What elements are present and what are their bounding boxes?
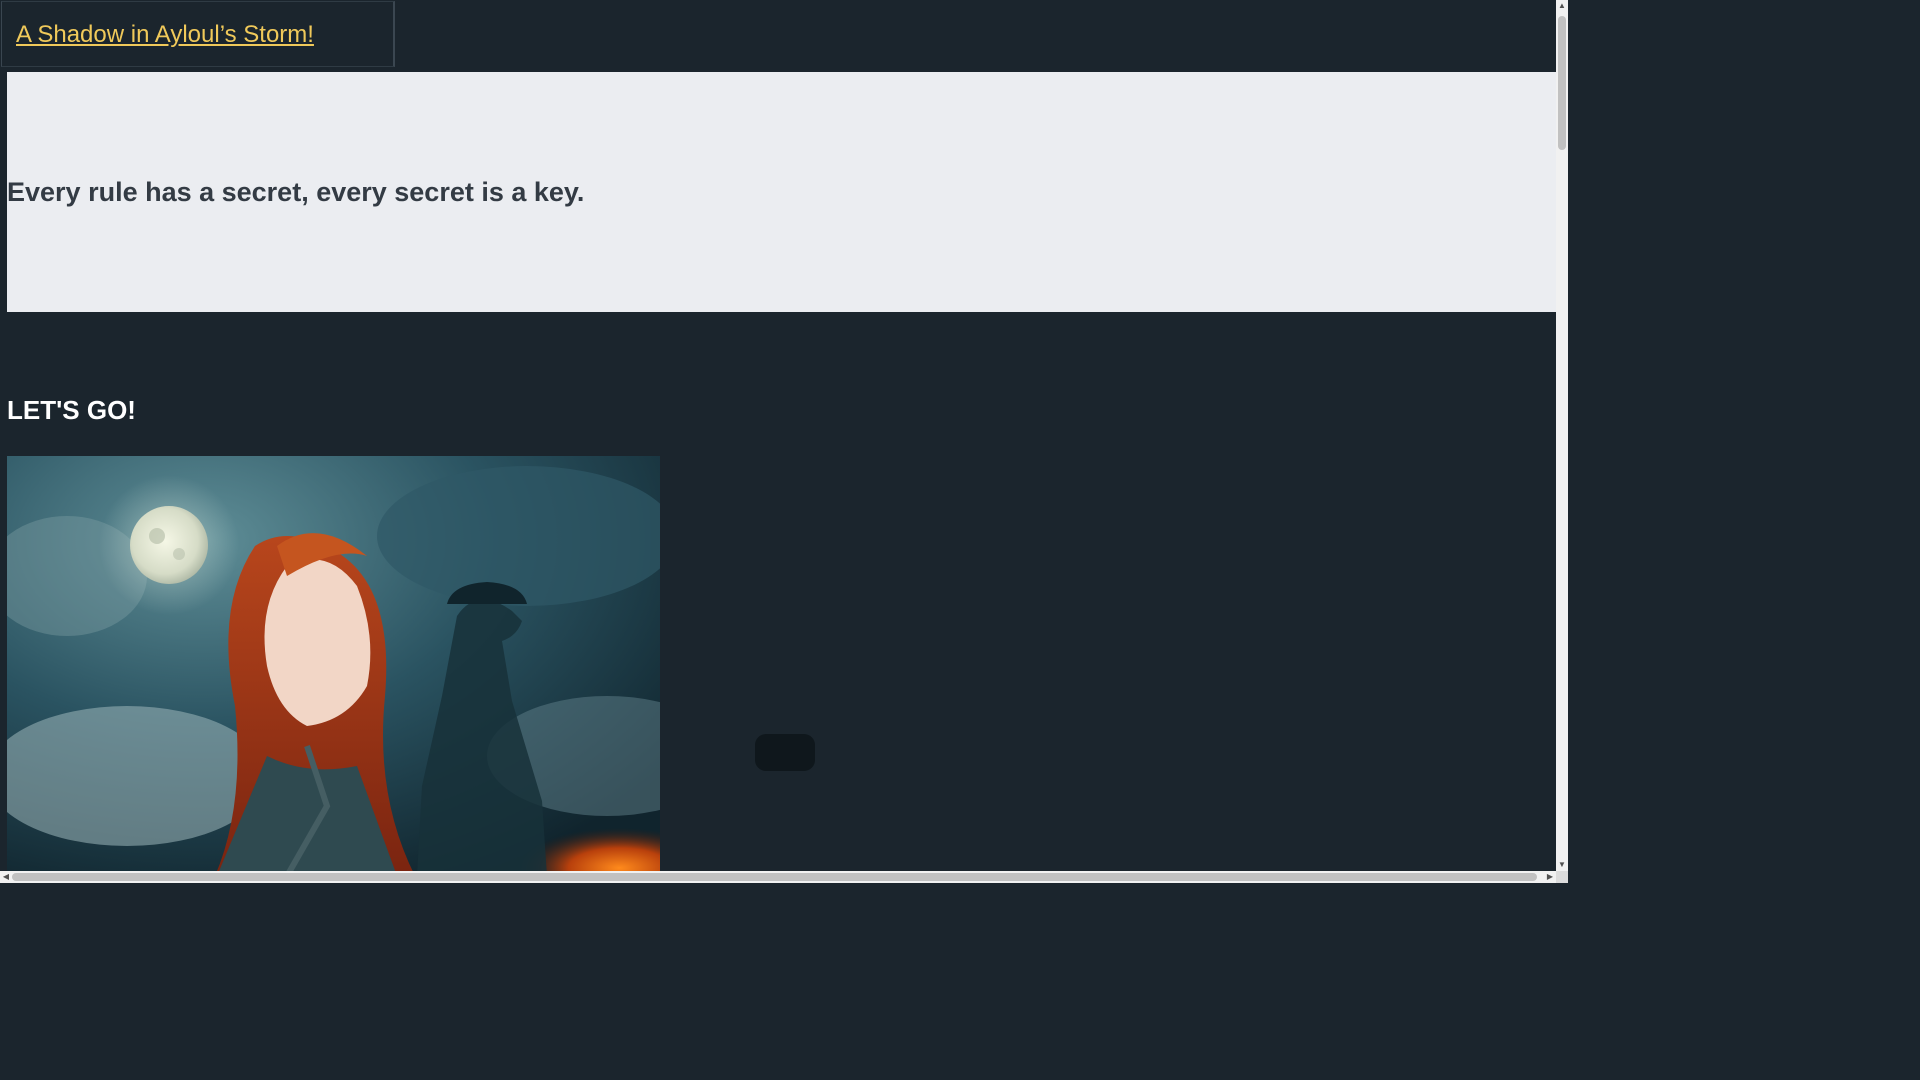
arrow-right-icon[interactable]: ▶	[1544, 871, 1556, 883]
scrollbar-corner	[1556, 871, 1568, 883]
arrow-down-icon[interactable]: ▼	[1556, 859, 1568, 871]
hero-image	[7, 456, 660, 876]
tagline-text: Every rule has a secret, every secret is…	[7, 177, 585, 207]
horizontal-scrollbar[interactable]: ◀ ▶	[0, 871, 1556, 883]
story-title-link[interactable]: A Shadow in Ayloul’s Storm!	[16, 21, 314, 49]
play-button[interactable]	[755, 734, 815, 771]
hero-illustration	[7, 456, 660, 876]
horizontal-scrollbar-thumb[interactable]	[12, 873, 1537, 881]
vertical-scrollbar-thumb[interactable]	[1558, 16, 1566, 150]
vertical-scrollbar[interactable]: ▲ ▼	[1556, 0, 1568, 871]
tagline-banner: Every rule has a secret, every secret is…	[7, 72, 1556, 312]
arrow-up-icon[interactable]: ▲	[1556, 0, 1568, 12]
section-heading: LET'S GO!	[7, 395, 136, 425]
title-box: A Shadow in Ayloul’s Storm!	[1, 1, 395, 67]
arrow-left-icon[interactable]: ◀	[0, 871, 12, 883]
